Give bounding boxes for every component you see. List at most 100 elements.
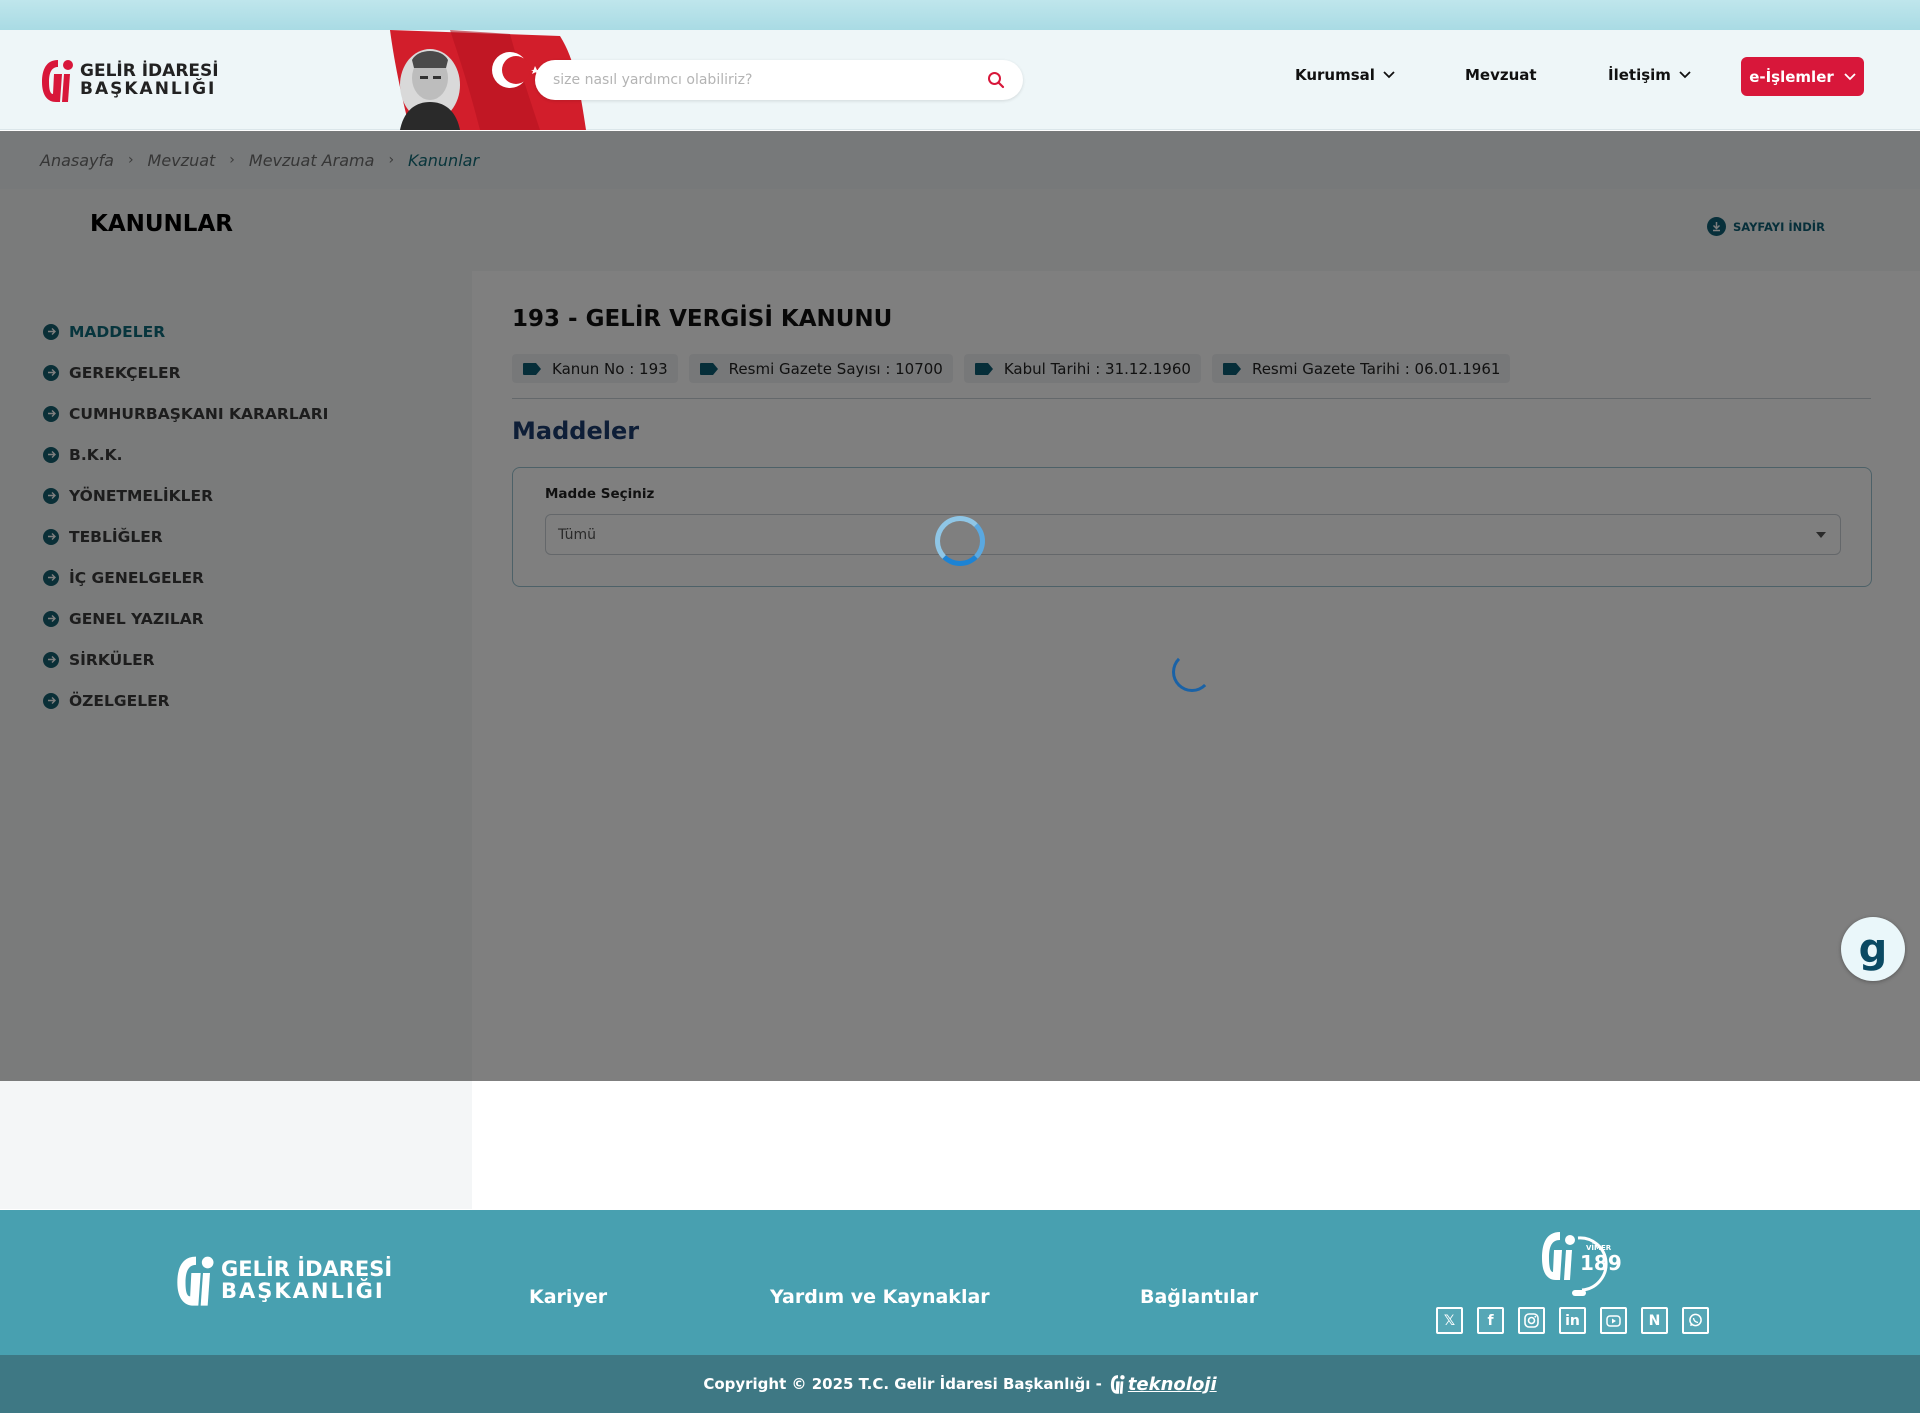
arrow-circle-icon bbox=[43, 405, 59, 422]
site-search[interactable] bbox=[535, 60, 1023, 100]
law-title: 193 - GELİR VERGİSİ KANUNU bbox=[512, 306, 893, 332]
footer-logo-line-2: BAŞKANLIĞI bbox=[221, 1279, 385, 1303]
madde-select-value: Tümü bbox=[558, 526, 597, 543]
sidebar-item-label: SİRKÜLER bbox=[69, 650, 155, 669]
loading-spinner-icon bbox=[1172, 652, 1212, 692]
sidebar-item-yonetmelikler[interactable]: YÖNETMELİKLER bbox=[43, 475, 328, 516]
sidebar-item-gerekceler[interactable]: GEREKÇELER bbox=[43, 352, 328, 393]
breadcrumb-home[interactable]: Anasayfa bbox=[40, 151, 114, 170]
sidebar-item-label: GEREKÇELER bbox=[69, 363, 181, 382]
arrow-circle-icon bbox=[43, 487, 59, 504]
nav-mevzuat[interactable]: Mevzuat bbox=[1465, 57, 1537, 93]
sidebar-item-cumhurbaskani-kararlari[interactable]: CUMHURBAŞKANI KARARLARI bbox=[43, 393, 328, 434]
sidebar-item-tebligler[interactable]: TEBLİĞLER bbox=[43, 516, 328, 557]
arrow-circle-icon bbox=[43, 323, 59, 340]
footer-logo[interactable]: GELİR İDARESİ BAŞKANLIĞI bbox=[175, 1252, 392, 1308]
sidebar-item-label: CUMHURBAŞKANI KARARLARI bbox=[69, 404, 329, 423]
teknoloji-text: teknoloji bbox=[1127, 1373, 1217, 1395]
arrow-circle-icon bbox=[43, 446, 59, 463]
chevron-down-icon bbox=[1844, 72, 1856, 80]
youtube-icon[interactable] bbox=[1600, 1307, 1627, 1334]
chevron-down-icon bbox=[1679, 71, 1691, 79]
tag-kanun-no: Kanun No : 193 bbox=[512, 354, 678, 383]
copyright-text: Copyright © 2025 T.C. Gelir İdaresi Başk… bbox=[703, 1375, 1102, 1393]
nav-kurumsal[interactable]: Kurumsal bbox=[1295, 57, 1395, 93]
madde-select-label: Madde Seçiniz bbox=[545, 486, 655, 502]
tag-resmi-gazete-tarihi: Resmi Gazete Tarihi : 06.01.1961 bbox=[1211, 354, 1511, 383]
nav-kurumsal-label: Kurumsal bbox=[1295, 66, 1375, 84]
caret-down-icon bbox=[1816, 532, 1826, 538]
sidebar-item-label: İÇ GENELGELER bbox=[69, 568, 204, 587]
sidebar-item-label: MADDELER bbox=[69, 322, 166, 341]
arrow-circle-icon bbox=[43, 569, 59, 586]
chevron-right-icon: › bbox=[127, 152, 134, 168]
sidebar-item-ic-genelgeler[interactable]: İÇ GENELGELER bbox=[43, 557, 328, 598]
download-icon bbox=[1707, 217, 1726, 236]
chevron-right-icon: › bbox=[388, 152, 395, 168]
top-strip bbox=[0, 0, 1920, 30]
page-title: KANUNLAR bbox=[90, 211, 233, 237]
tag-icon bbox=[523, 362, 541, 375]
loading-spinner-icon bbox=[935, 516, 985, 566]
whatsapp-icon[interactable] bbox=[1682, 1307, 1709, 1334]
madde-select[interactable]: Tümü bbox=[545, 514, 1841, 555]
tag-kabul-tarihi: Kabul Tarihi : 31.12.1960 bbox=[963, 354, 1201, 383]
gib-logo-icon bbox=[1110, 1375, 1125, 1394]
tag-label: Kanun No : 193 bbox=[552, 359, 668, 378]
instagram-icon[interactable] bbox=[1518, 1307, 1545, 1334]
tag-icon bbox=[699, 362, 718, 375]
sidebar-item-label: ÖZELGELER bbox=[69, 691, 170, 710]
e-islemler-button[interactable]: e-İşlemler bbox=[1741, 57, 1864, 96]
footer-link-yardim[interactable]: Yardım ve Kaynaklar bbox=[770, 1286, 990, 1308]
law-tags: Kanun No : 193 Resmi Gazete Sayısı : 107… bbox=[512, 354, 1511, 383]
assistant-icon: g bbox=[1858, 926, 1888, 972]
teknoloji-logo[interactable]: teknoloji bbox=[1110, 1373, 1217, 1395]
vimer-number: 189 bbox=[1580, 1251, 1622, 1275]
sidebar-item-bkk[interactable]: B.K.K. bbox=[43, 434, 328, 475]
download-page-label: SAYFAYI İNDİR bbox=[1733, 219, 1825, 234]
vimer-label: VİMER bbox=[1586, 1243, 1612, 1252]
arrow-circle-icon bbox=[43, 528, 59, 545]
gib-logo-icon bbox=[42, 60, 73, 102]
tag-icon bbox=[974, 362, 993, 375]
arrow-circle-icon bbox=[43, 692, 59, 709]
x-icon[interactable]: 𝕏 bbox=[1436, 1307, 1463, 1334]
sidebar-item-maddeler[interactable]: MADDELER bbox=[43, 311, 328, 352]
footer-link-kariyer[interactable]: Kariyer bbox=[529, 1286, 607, 1308]
tag-icon bbox=[1222, 362, 1241, 375]
tag-label: Kabul Tarihi : 31.12.1960 bbox=[1003, 359, 1191, 378]
chevron-right-icon: › bbox=[229, 152, 235, 168]
tag-resmi-gazete-sayisi: Resmi Gazete Sayısı : 10700 bbox=[688, 354, 953, 383]
footer-link-baglantilar[interactable]: Bağlantılar bbox=[1140, 1286, 1258, 1308]
facebook-icon[interactable]: f bbox=[1477, 1307, 1504, 1334]
breadcrumb-mevzuat-arama[interactable]: Mevzuat Arama bbox=[249, 151, 375, 170]
arrow-circle-icon bbox=[43, 364, 59, 381]
sidebar-item-label: B.K.K. bbox=[69, 445, 123, 464]
sidebar-item-sirkuler[interactable]: SİRKÜLER bbox=[43, 639, 328, 680]
search-icon[interactable] bbox=[987, 71, 1005, 89]
sidebar-item-ozelgeler[interactable]: ÖZELGELER bbox=[43, 680, 328, 721]
breadcrumb: Anasayfa › Mevzuat › Mevzuat Arama › Kan… bbox=[0, 131, 1920, 189]
e-islemler-label: e-İşlemler bbox=[1749, 67, 1834, 86]
divider bbox=[512, 398, 1871, 399]
logo-line-1: GELİR İDARESİ bbox=[80, 61, 219, 81]
tag-label: Resmi Gazete Sayısı : 10700 bbox=[728, 359, 943, 378]
footer-logo-line-1: GELİR İDARESİ bbox=[221, 1257, 393, 1281]
gib-logo[interactable]: GELİR İDARESİ BAŞKANLIĞI bbox=[40, 56, 219, 104]
nsosyal-icon[interactable]: N bbox=[1641, 1307, 1668, 1334]
social-links: 𝕏 f in N bbox=[1436, 1307, 1709, 1334]
gib-logo-icon bbox=[177, 1256, 214, 1306]
breadcrumb-mevzuat[interactable]: Mevzuat bbox=[148, 151, 216, 170]
nav-mevzuat-label: Mevzuat bbox=[1465, 66, 1537, 84]
search-input[interactable] bbox=[553, 72, 987, 88]
virtual-assistant-button[interactable]: g bbox=[1841, 917, 1905, 981]
sidebar: MADDELER GEREKÇELER CUMHURBAŞKANI KARARL… bbox=[0, 271, 472, 1209]
linkedin-icon[interactable]: in bbox=[1559, 1307, 1586, 1334]
arrow-circle-icon bbox=[43, 651, 59, 668]
vimer-189-logo[interactable]: 189 VİMER bbox=[1538, 1228, 1622, 1300]
logo-line-2: BAŞKANLIĞI bbox=[80, 79, 217, 99]
nav-iletisim[interactable]: İletişim bbox=[1608, 57, 1691, 93]
copyright-bar: Copyright © 2025 T.C. Gelir İdaresi Başk… bbox=[0, 1355, 1920, 1413]
download-page-button[interactable]: SAYFAYI İNDİR bbox=[1707, 217, 1825, 236]
sidebar-item-genel-yazilar[interactable]: GENEL YAZILAR bbox=[43, 598, 328, 639]
